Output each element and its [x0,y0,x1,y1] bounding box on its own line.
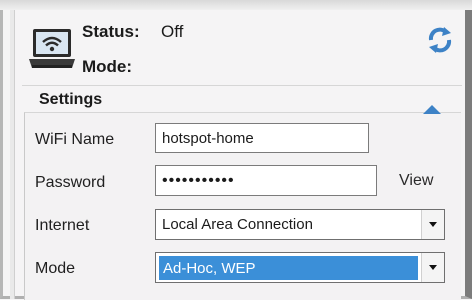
mode-select-value: Ad-Hoc, WEP [159,256,418,280]
settings-panel: WiFi Name hotspot-home Password ••••••••… [24,112,461,300]
refresh-icon[interactable] [426,26,454,54]
mode-field-label: Mode [35,260,76,277]
internet-select-value: Local Area Connection [162,216,313,233]
title-strip [0,0,472,10]
wifi-name-label: WiFi Name [35,131,115,148]
chevron-down-icon[interactable] [421,253,444,282]
mode-select[interactable]: Ad-Hoc, WEP [155,252,445,283]
internet-label: Internet [35,217,90,234]
header-divider [22,85,462,86]
laptop-wifi-icon [29,29,75,68]
chevron-up-icon[interactable] [421,103,443,115]
password-label: Password [35,174,106,191]
status-label: Status: [82,22,140,41]
settings-title: Settings [39,91,103,108]
internet-select[interactable]: Local Area Connection [155,209,445,240]
password-input[interactable]: ••••••••••• [155,165,377,196]
mode-label: Mode: [82,57,133,76]
view-password-button[interactable]: View [399,172,433,190]
window-inner-border [10,10,15,299]
status-value: Off [161,22,184,41]
wifi-name-input[interactable]: hotspot-home [155,123,369,153]
chevron-down-icon[interactable] [421,210,444,239]
